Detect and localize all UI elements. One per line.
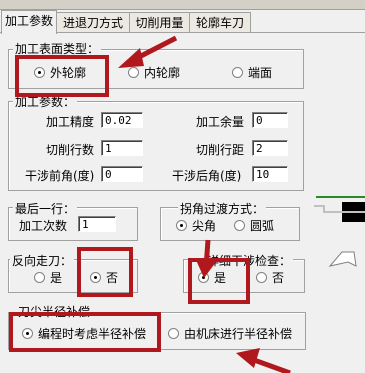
annotation-arrows: [118, 35, 291, 373]
arrow-to-outer-profile: [135, 35, 178, 61]
tab-machining-params[interactable]: 加工参数: [1, 10, 57, 34]
arrow-to-compensation: [253, 357, 291, 373]
